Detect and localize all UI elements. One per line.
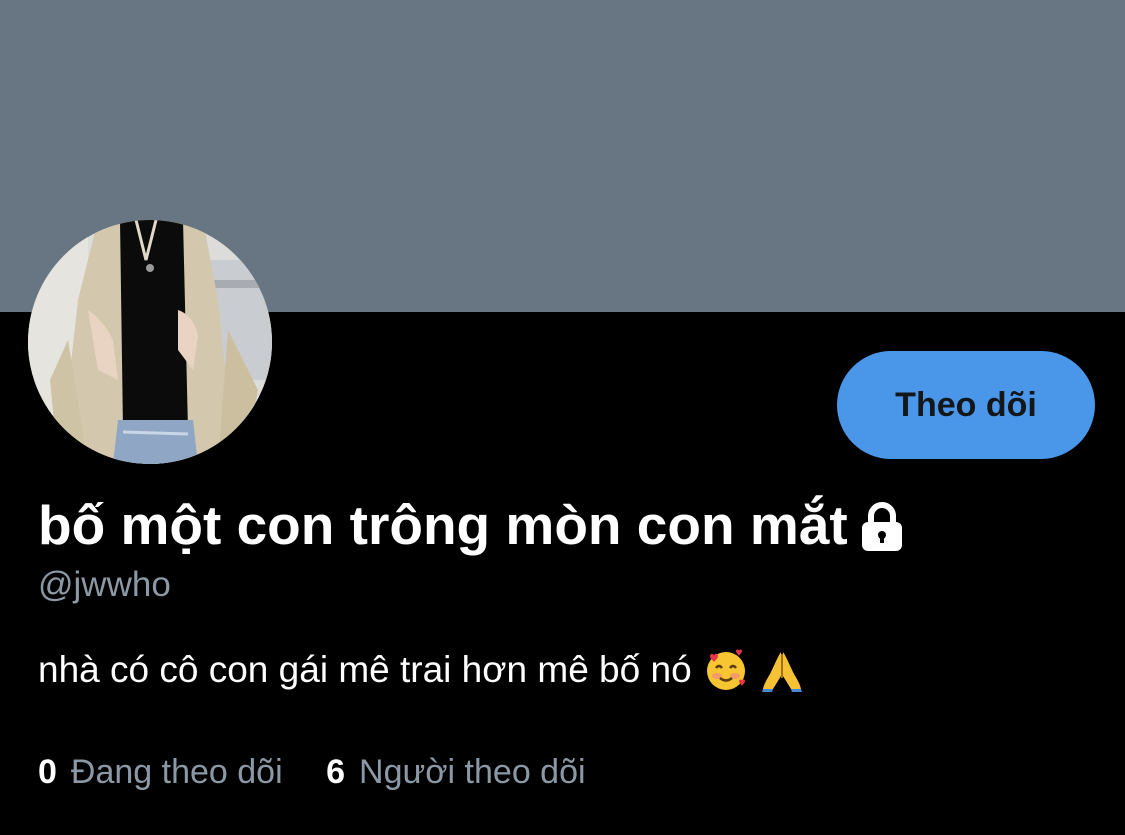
following-stat[interactable]: 0 Đang theo dõi: [38, 750, 283, 794]
follow-button[interactable]: Theo dõi: [837, 351, 1095, 459]
following-count: 0: [38, 753, 57, 791]
folded-hands-icon: [760, 648, 804, 692]
profile-stats: 0 Đang theo dõi 6 Người theo dõi: [38, 750, 586, 794]
display-name-text: bố một con trông mòn con mắt: [38, 494, 848, 556]
profile-bio: nhà có cô con gái mê trai hơn mê bố nó: [38, 646, 804, 694]
followers-label: Người theo dõi: [359, 753, 586, 791]
followers-count: 6: [326, 753, 346, 791]
profile-avatar[interactable]: [28, 220, 272, 464]
avatar-photo: [28, 220, 272, 464]
following-label: Đang theo dõi: [70, 753, 283, 791]
lock-icon: [858, 501, 906, 553]
profile-handle: @jwwho: [38, 565, 171, 604]
bio-text: nhà có cô con gái mê trai hơn mê bố nó: [38, 649, 692, 690]
smiling-face-with-hearts-icon: [704, 648, 748, 692]
profile-display-name: bố một con trông mòn con mắt: [38, 492, 906, 558]
followers-stat[interactable]: 6 Người theo dõi: [326, 750, 585, 794]
